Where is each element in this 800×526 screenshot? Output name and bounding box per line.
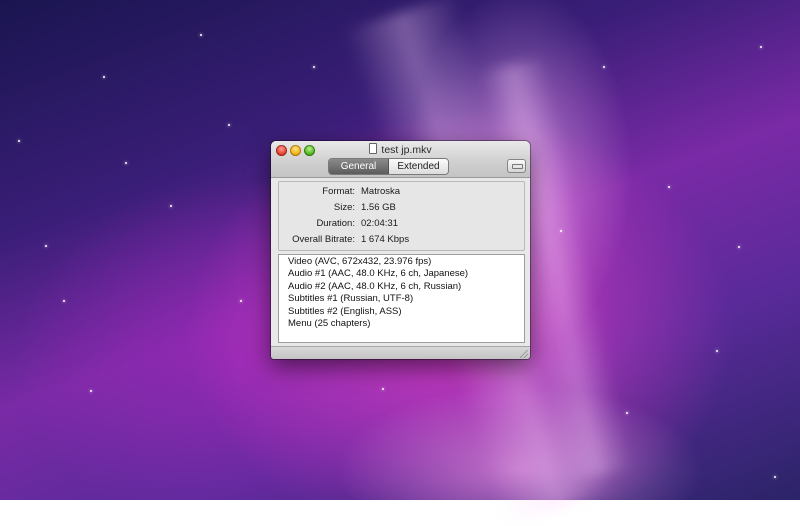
star <box>716 350 718 352</box>
list-item[interactable]: Audio #1 (AAC, 48.0 KHz, 6 ch, Japanese) <box>288 268 468 279</box>
streams-list[interactable]: Video (AVC, 672x432, 23.976 fps) Audio #… <box>278 254 525 343</box>
star <box>603 66 605 68</box>
star <box>560 230 562 232</box>
star <box>626 412 628 414</box>
star <box>18 140 20 142</box>
star <box>313 66 315 68</box>
view-segmented-control: General Extended <box>328 158 449 175</box>
duration-label: Duration: <box>316 218 355 229</box>
star <box>200 34 202 36</box>
star <box>240 300 242 302</box>
duration-row: Duration: 02:04:31 <box>279 218 524 233</box>
list-item[interactable]: Audio #2 (AAC, 48.0 KHz, 6 ch, Russian) <box>288 281 461 292</box>
tab-general[interactable]: General <box>329 159 389 174</box>
star <box>738 246 740 248</box>
list-item[interactable]: Menu (25 chapters) <box>288 318 370 329</box>
window-title-text: test jp.mkv <box>381 144 432 156</box>
media-info-window: test jp.mkv General Extended Format: Mat… <box>271 141 530 359</box>
star <box>90 390 92 392</box>
format-value: Matroska <box>361 186 401 197</box>
star <box>63 300 65 302</box>
file-icon <box>369 143 378 154</box>
bitrate-label: Overall Bitrate: <box>292 234 355 245</box>
general-info-panel: Format: Matroska Size: 1.56 GB Duration:… <box>278 181 525 251</box>
star <box>125 162 127 164</box>
star <box>382 388 384 390</box>
list-item[interactable]: Subtitles #2 (English, ASS) <box>288 306 402 317</box>
star <box>760 46 762 48</box>
format-label: Format: <box>322 186 355 197</box>
list-item[interactable]: Video (AVC, 672x432, 23.976 fps) <box>288 256 431 267</box>
toolbar-toggle-button[interactable] <box>507 159 526 173</box>
window-title: test jp.mkv <box>271 143 530 156</box>
bitrate-value: 1 674 Kbps <box>361 234 410 245</box>
list-item[interactable]: Subtitles #1 (Russian, UTF-8) <box>288 293 413 304</box>
size-row: Size: 1.56 GB <box>279 202 524 217</box>
star <box>774 476 776 478</box>
bitrate-row: Overall Bitrate: 1 674 Kbps <box>279 234 524 249</box>
size-value: 1.56 GB <box>361 202 396 213</box>
star <box>668 186 670 188</box>
title-bar[interactable]: test jp.mkv General Extended <box>271 141 530 178</box>
resize-grip-icon[interactable] <box>520 350 528 358</box>
star <box>103 76 105 78</box>
tab-extended[interactable]: Extended <box>389 159 448 174</box>
star <box>45 245 47 247</box>
size-label: Size: <box>333 202 355 213</box>
duration-value: 02:04:31 <box>361 218 398 229</box>
status-bar <box>271 346 530 359</box>
format-row: Format: Matroska <box>279 186 524 201</box>
star <box>170 205 172 207</box>
star <box>228 124 230 126</box>
